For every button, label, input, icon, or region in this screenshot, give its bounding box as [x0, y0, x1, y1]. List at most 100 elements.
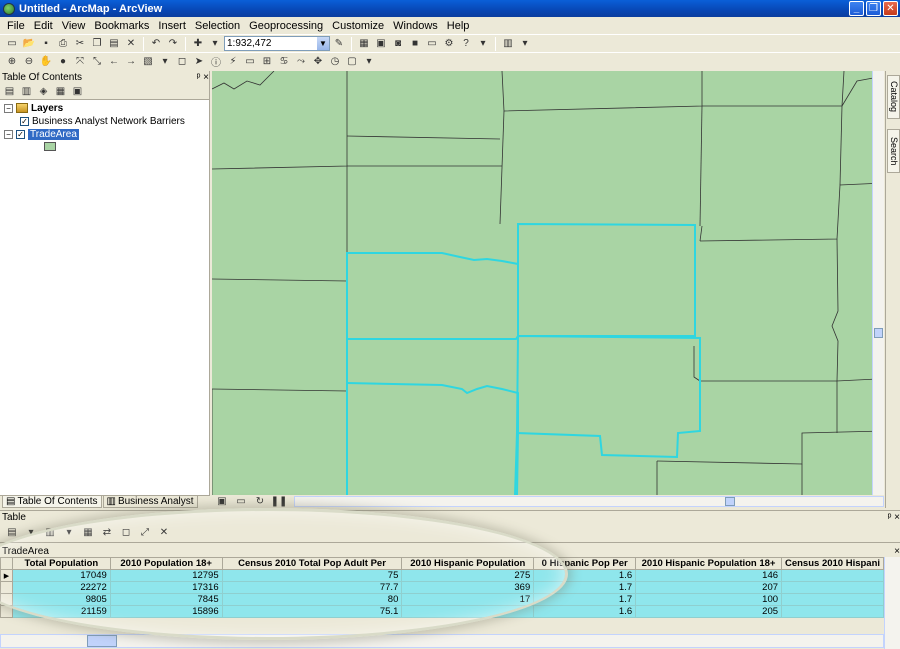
- table-cell[interactable]: 21159: [11, 605, 111, 618]
- list-by-visibility-icon[interactable]: ◈: [36, 84, 51, 99]
- find-binoculars-icon[interactable]: ♋: [276, 54, 292, 69]
- zoom-in-icon[interactable]: ⊕: [4, 54, 20, 69]
- table-row[interactable]: ▶ 17049 12795 75 275 1.6 146: [0, 569, 884, 582]
- related-tables-icon[interactable]: ▥: [42, 525, 58, 540]
- table-row[interactable]: 9805 7845 80 17 1.7 100: [0, 593, 884, 606]
- create-viewer-icon[interactable]: ▢: [344, 54, 360, 69]
- delete-icon[interactable]: ✕: [123, 36, 139, 51]
- menu-edit[interactable]: Edit: [31, 20, 59, 32]
- table-cell[interactable]: 80: [221, 593, 403, 606]
- table-cell[interactable]: 146: [635, 569, 783, 582]
- select-features-icon[interactable]: ▧: [140, 54, 156, 69]
- table-cell[interactable]: 100: [635, 593, 783, 606]
- table-cell[interactable]: 17049: [11, 569, 111, 582]
- table-cell[interactable]: 205: [635, 605, 783, 618]
- scroll-thumb[interactable]: [87, 635, 117, 647]
- restore-button[interactable]: ❐: [866, 1, 881, 16]
- table-cell[interactable]: 17316: [109, 581, 223, 594]
- clear-selection-icon[interactable]: ◻: [174, 54, 190, 69]
- table-horizontal-scrollbar[interactable]: [0, 634, 884, 648]
- save-icon[interactable]: ▪: [38, 36, 54, 51]
- editor-toolbar-icon[interactable]: ✎: [331, 36, 347, 51]
- table-cell[interactable]: 1.6: [533, 605, 637, 618]
- table-options-icon[interactable]: ▤: [4, 525, 20, 540]
- table-of-contents-icon[interactable]: ▦: [356, 36, 372, 51]
- table-cell[interactable]: 207: [635, 581, 783, 594]
- table-cell[interactable]: 15896: [109, 605, 223, 618]
- cut-icon[interactable]: ✂: [72, 36, 88, 51]
- map-scale-dropdown[interactable]: 1:932,472 ▼: [224, 36, 330, 51]
- tab-business-analyst[interactable]: ▥ Business Analyst: [102, 496, 198, 508]
- pin-icon[interactable]: ᵖ: [197, 72, 201, 83]
- table-cell[interactable]: 77.7: [221, 581, 403, 594]
- table-cell[interactable]: [781, 569, 884, 582]
- menu-selection[interactable]: Selection: [192, 20, 246, 32]
- chevron-down-icon[interactable]: ▾: [475, 36, 491, 51]
- menu-insert[interactable]: Insert: [155, 20, 192, 32]
- zoom-to-selected-icon[interactable]: ⤢: [137, 525, 153, 540]
- table-cell[interactable]: 75.1: [221, 605, 403, 618]
- add-data-icon[interactable]: ✚: [190, 36, 206, 51]
- table-cell[interactable]: [401, 605, 535, 618]
- table-cell[interactable]: [781, 605, 884, 618]
- switch-selection-icon[interactable]: ⇄: [99, 525, 115, 540]
- open-folder-icon[interactable]: 📂: [21, 36, 37, 51]
- layer-row-tradearea[interactable]: − ✓ TradeArea: [4, 128, 205, 140]
- table-cell[interactable]: 1.7: [533, 593, 637, 606]
- data-view-icon[interactable]: ▣: [214, 494, 230, 509]
- table-cell[interactable]: 22272: [11, 581, 111, 594]
- table-cell[interactable]: 12795: [109, 569, 223, 582]
- table-vertical-scrollbar[interactable]: [884, 557, 900, 649]
- column-header[interactable]: 2010 Hispanic Population 18+: [635, 557, 783, 570]
- table-cell[interactable]: [781, 593, 884, 606]
- chevron-down-icon[interactable]: ▾: [157, 54, 173, 69]
- go-to-xy-icon[interactable]: ✥: [310, 54, 326, 69]
- table-cell[interactable]: 275: [401, 569, 535, 582]
- row-selector[interactable]: ▶: [0, 569, 13, 582]
- select-by-attributes-icon[interactable]: ▦: [80, 525, 96, 540]
- copy-icon[interactable]: ❐: [89, 36, 105, 51]
- clear-selection-icon[interactable]: ◻: [118, 525, 134, 540]
- table-tab-tradearea[interactable]: TradeArea: [2, 546, 49, 557]
- chevron-down-icon[interactable]: ▾: [361, 54, 377, 69]
- collapse-icon[interactable]: −: [4, 129, 13, 139]
- table-cell[interactable]: 369: [401, 581, 535, 594]
- menu-bookmarks[interactable]: Bookmarks: [91, 20, 155, 32]
- measure-icon[interactable]: ⊞: [259, 54, 275, 69]
- layers-root-row[interactable]: − Layers: [4, 102, 205, 114]
- row-selector[interactable]: [0, 581, 13, 594]
- table-cell[interactable]: 17: [401, 593, 535, 606]
- table-row[interactable]: 21159 15896 75.1 1.6 205: [0, 605, 884, 618]
- menu-help[interactable]: Help: [444, 20, 476, 32]
- row-selector[interactable]: [0, 605, 13, 618]
- pan-hand-icon[interactable]: ✋: [38, 54, 54, 69]
- tab-catalog[interactable]: Catalog: [887, 75, 900, 119]
- scroll-thumb[interactable]: [874, 328, 883, 338]
- fixed-zoom-out-icon[interactable]: ⤡: [89, 54, 105, 69]
- chevron-down-icon[interactable]: ▾: [207, 36, 223, 51]
- row-selector-header[interactable]: [0, 557, 13, 570]
- table-cell[interactable]: 1.7: [533, 581, 637, 594]
- menu-windows[interactable]: Windows: [390, 20, 444, 32]
- close-button[interactable]: ✕: [883, 1, 898, 16]
- layout-view-icon[interactable]: ▭: [233, 494, 249, 509]
- menu-view[interactable]: View: [59, 20, 92, 32]
- arctoolbox-icon[interactable]: ■: [407, 36, 423, 51]
- map-horizontal-scrollbar[interactable]: [294, 496, 884, 507]
- chevron-down-icon[interactable]: ▼: [317, 37, 329, 50]
- find-route-icon[interactable]: ⤳: [293, 54, 309, 69]
- pin-icon[interactable]: ᵖ: [888, 512, 892, 523]
- column-header[interactable]: 2010 Population 18+: [109, 557, 223, 570]
- toc-options-icon[interactable]: ▣: [70, 84, 85, 99]
- back-extent-icon[interactable]: ←: [106, 54, 122, 69]
- row-selector[interactable]: [0, 593, 13, 606]
- layer-visibility-checkbox[interactable]: ✓: [20, 116, 29, 126]
- list-by-drawing-order-icon[interactable]: ▤: [2, 84, 17, 99]
- minimize-button[interactable]: _: [849, 1, 864, 16]
- scroll-thumb[interactable]: [725, 497, 735, 506]
- chevron-down-icon[interactable]: ▾: [23, 525, 39, 540]
- catalog-window-icon[interactable]: ▣: [373, 36, 389, 51]
- close-icon[interactable]: ×: [894, 546, 900, 557]
- identify-icon[interactable]: ⓘ: [208, 54, 224, 69]
- pause-drawing-icon[interactable]: ❚❚: [271, 494, 288, 509]
